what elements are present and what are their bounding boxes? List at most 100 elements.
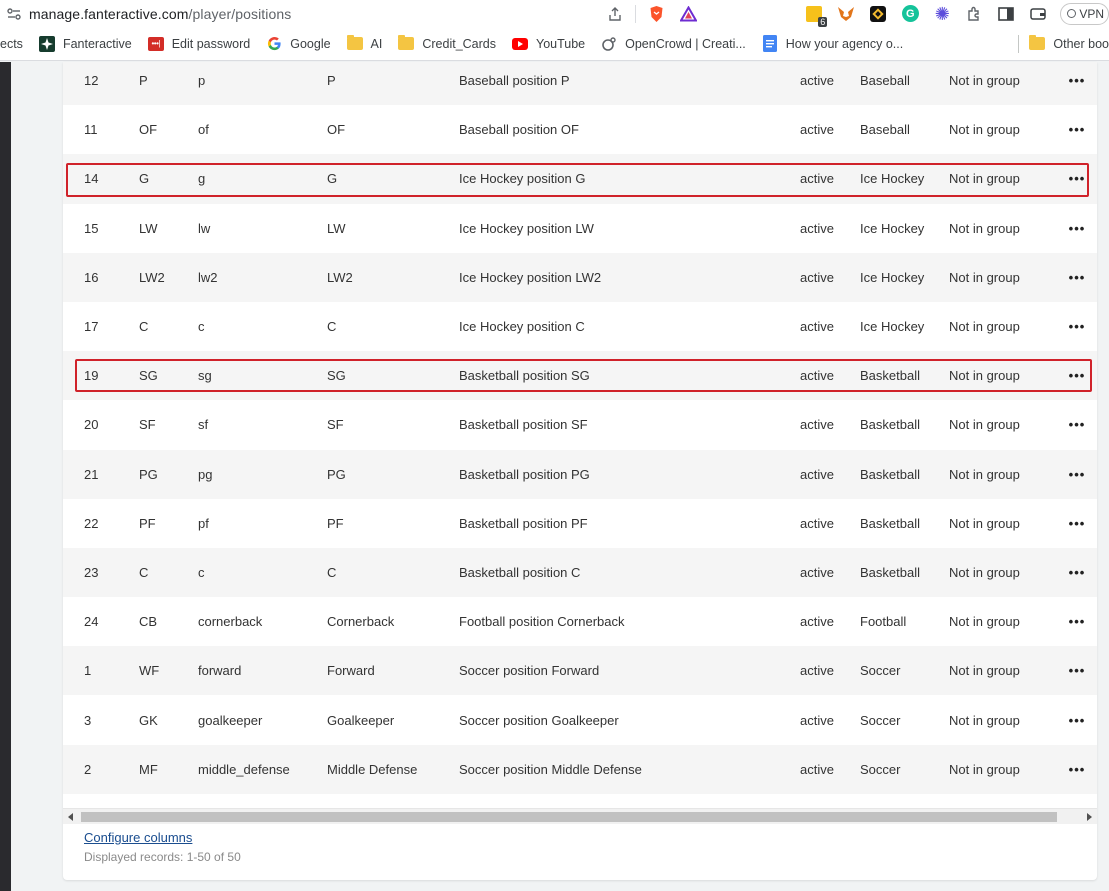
cell-key: p: [198, 73, 206, 89]
cell-status: active: [800, 663, 834, 679]
scroll-right-arrow-icon[interactable]: [1087, 813, 1092, 821]
cell-description: Ice Hockey position LW: [459, 220, 594, 236]
table-row[interactable]: 22 PF pf PF Basketball position PF active Bask…: [63, 498, 1097, 548]
bookmark-folder-ai[interactable]: AI: [346, 35, 382, 52]
table-row[interactable]: 3 GK goalkeeper Goalkeeper Soccer position G…: [63, 695, 1097, 745]
cell-group: Not in group: [949, 515, 1020, 531]
bookmark-youtube[interactable]: YouTube: [512, 36, 585, 52]
cell-code: LW2: [139, 269, 165, 285]
cell-key: pg: [198, 466, 213, 482]
bookmark-google[interactable]: Google: [266, 36, 331, 52]
vpn-button[interactable]: VPN: [1060, 2, 1109, 25]
opencrowd-icon: [601, 36, 617, 52]
cell-key: middle_defense: [198, 761, 290, 777]
metamask-icon[interactable]: [837, 5, 855, 23]
wallet-icon[interactable]: [1029, 5, 1047, 23]
scrollbar-thumb[interactable]: [81, 812, 1057, 822]
row-actions-menu-icon[interactable]: •••: [1066, 154, 1088, 203]
crypto-wallet-icon[interactable]: [869, 5, 887, 23]
configure-columns-link[interactable]: Configure columns: [84, 830, 192, 845]
cell-code: PG: [139, 466, 158, 482]
cell-sport: Basketball: [860, 368, 920, 384]
row-actions-menu-icon[interactable]: •••: [1066, 253, 1088, 302]
fanteractive-icon: [38, 35, 55, 52]
bookmark-other-bookmarks[interactable]: Other boo: [1029, 35, 1109, 52]
bookmark-folder-credit-cards[interactable]: Credit_Cards: [398, 35, 496, 52]
scroll-left-arrow-icon[interactable]: [68, 813, 73, 821]
cell-id: 19: [84, 368, 99, 384]
row-actions-menu-icon[interactable]: •••: [1066, 548, 1088, 597]
asterisk-extension-icon[interactable]: ✺: [933, 5, 951, 23]
table-row[interactable]: 20 SF sf SF Basketball position SF active Bask…: [63, 400, 1097, 450]
bookmark-edit-password[interactable]: •••| Edit password: [147, 36, 250, 52]
bookmark-fanteractive[interactable]: Fanteractive: [38, 35, 132, 52]
cell-group: Not in group: [949, 417, 1020, 433]
cell-code: LW: [139, 220, 158, 236]
row-actions-menu-icon[interactable]: •••: [1066, 204, 1088, 253]
row-actions-menu-icon[interactable]: •••: [1066, 302, 1088, 351]
table-row[interactable]: 1 WF forward Forward Soccer position Forward…: [63, 646, 1097, 696]
google-icon: [266, 36, 282, 52]
cell-sport: Baseball: [860, 122, 910, 138]
table-row[interactable]: 23 Cc C Basketball position C active Basketba…: [63, 547, 1097, 598]
row-actions-menu-icon[interactable]: •••: [1066, 499, 1088, 548]
bookmark-opencrowd[interactable]: OpenCrowd | Creati...: [601, 36, 746, 52]
row-actions-menu-icon[interactable]: •••: [1066, 695, 1088, 744]
table-row[interactable]: 14 Gg G Ice Hockey position G active Ice Hock…: [63, 154, 1097, 204]
row-actions-menu-icon[interactable]: •••: [1066, 450, 1088, 499]
puzzle-extensions-icon[interactable]: [965, 5, 983, 23]
table-row[interactable]: 15 LW lw LW Ice Hockey position LW active Ice …: [63, 203, 1097, 253]
url-field[interactable]: manage.fanteractive.com/player/positions: [29, 6, 291, 22]
folder-icon: [1029, 35, 1046, 50]
displayed-records-text: Displayed records: 1-50 of 50: [84, 850, 241, 864]
table-row[interactable]: 17 Cc C Ice Hockey position C active Ice Hock…: [63, 301, 1097, 352]
table-row[interactable]: 21 PG pg PG Basketball position PG active Bask…: [63, 449, 1097, 499]
cell-group: Not in group: [949, 220, 1020, 236]
site-settings-icon[interactable]: [5, 5, 23, 23]
table-row[interactable]: 11 OF of OF Baseball position OF active Baseba…: [63, 105, 1097, 155]
bookmark-label: Credit_Cards: [422, 36, 496, 51]
row-actions-menu-icon[interactable]: •••: [1066, 745, 1088, 794]
row-actions-menu-icon[interactable]: •••: [1066, 646, 1088, 695]
row-actions-menu-icon[interactable]: •••: [1066, 597, 1088, 646]
bookmark-label: ects: [0, 36, 23, 51]
sidebar-toggle-icon[interactable]: [997, 5, 1015, 23]
table-row[interactable]: 12 Pp P Baseball position P active Baseball No…: [63, 62, 1097, 106]
horizontal-scrollbar[interactable]: [63, 808, 1097, 824]
cell-name: LW2: [327, 269, 353, 285]
cell-code: WF: [139, 663, 160, 679]
cell-description: Basketball position SF: [459, 417, 588, 433]
grammarly-icon[interactable]: G: [901, 5, 919, 23]
cell-sport: Soccer: [860, 761, 901, 777]
row-actions-menu-icon[interactable]: •••: [1066, 62, 1088, 105]
cell-key: sf: [198, 417, 209, 433]
cell-sport: Basketball: [860, 515, 920, 531]
bookmark-docs[interactable]: How your agency o...: [762, 35, 903, 52]
table-row[interactable]: 19 SG sg SG Basketball position SG active Bask…: [63, 351, 1097, 401]
bookmark-projects[interactable]: ects: [0, 37, 23, 51]
cell-status: active: [800, 515, 834, 531]
cell-group: Not in group: [949, 712, 1020, 728]
cell-status: active: [800, 269, 834, 285]
share-icon[interactable]: [606, 5, 624, 23]
cell-sport: Ice Hockey: [860, 319, 925, 335]
url-path: /player/positions: [188, 5, 292, 22]
url-host: manage.fanteractive.com: [29, 5, 189, 22]
row-actions-menu-icon[interactable]: •••: [1066, 400, 1088, 449]
brave-shield-icon[interactable]: [647, 5, 665, 23]
extension-icon[interactable]: 6: [805, 5, 828, 27]
table-row[interactable]: 2 MF middle_defense Middle Defense Soccer po…: [63, 744, 1097, 794]
row-actions-menu-icon[interactable]: •••: [1066, 105, 1088, 154]
cell-status: active: [800, 466, 834, 482]
table-row[interactable]: 24 CB cornerback Cornerback Football positio…: [63, 597, 1097, 647]
cell-name: Goalkeeper: [327, 712, 395, 728]
cell-name: PG: [327, 466, 346, 482]
table-row[interactable]: 16 LW2 lw2 LW2 Ice Hockey position LW2 active…: [63, 252, 1097, 302]
cell-status: active: [800, 122, 834, 138]
cell-description: Football position Cornerback: [459, 614, 625, 630]
bookmark-label: OpenCrowd | Creati...: [625, 36, 746, 51]
row-actions-menu-icon[interactable]: •••: [1066, 351, 1088, 400]
cell-description: Ice Hockey position C: [459, 319, 585, 335]
cell-description: Basketball position PF: [459, 515, 588, 531]
brave-rewards-icon[interactable]: [679, 5, 697, 23]
